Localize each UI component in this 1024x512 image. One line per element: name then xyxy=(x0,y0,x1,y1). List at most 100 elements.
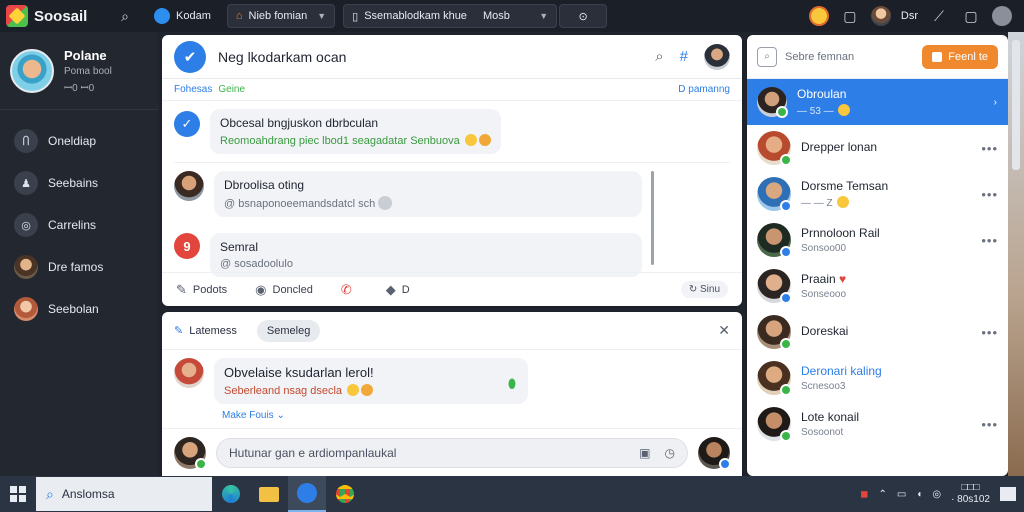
contact-item[interactable]: Dorsme Temsan — — Z ••• xyxy=(747,171,1008,217)
camera-icon[interactable]: ▢ xyxy=(839,5,861,27)
notifications-icon[interactable] xyxy=(1000,487,1016,501)
search-icon[interactable]: ⌕ xyxy=(655,48,663,65)
subnav-link[interactable]: Fohesas xyxy=(174,84,212,95)
heart-icon: ♥ xyxy=(839,272,847,286)
subnav-status[interactable]: Geine xyxy=(218,84,245,95)
activity-icon[interactable]: ⟋ xyxy=(928,5,950,27)
chevron-up-icon[interactable]: ⌃ xyxy=(878,489,886,500)
message-bubble[interactable]: Semral @ sosadoolulo xyxy=(210,233,642,277)
search-icon[interactable]: ⌕ xyxy=(114,5,136,27)
contacts-search-input[interactable]: Sebre femnan xyxy=(785,51,854,63)
alert-icon[interactable]: ◼ xyxy=(860,489,868,500)
edge-icon xyxy=(222,485,240,503)
tab-latest[interactable]: ✎ Latemess xyxy=(174,324,237,338)
notification-button[interactable]: ✆ xyxy=(341,282,358,298)
volume-icon[interactable]: ◖ xyxy=(916,489,922,500)
more-icon[interactable]: ••• xyxy=(981,417,998,432)
sidebar-item-2[interactable]: ♟ Seebains xyxy=(0,162,158,204)
more-icon[interactable]: ••• xyxy=(981,233,998,248)
contact-item[interactable]: Praain ♥ Sonseooo xyxy=(747,263,1008,309)
tab-nieb[interactable]: ⌂ Nieb fomian ▼ xyxy=(226,4,336,28)
chevron-down-icon[interactable]: ▼ xyxy=(539,11,548,21)
leaf-icon[interactable]: ⬮ xyxy=(508,376,516,392)
feed-button[interactable]: Feenl te xyxy=(922,44,998,69)
message-subtitle: @ bsnaponoeemandsdatcl sch xyxy=(224,198,376,210)
sidebar: Polane Poma bool ꟷ0 ꟷ0 Ⴖ Oneldiap ♟ Seeb… xyxy=(0,32,158,476)
search-icon: ⌕ xyxy=(46,485,54,502)
message-subtitle: @ sosadoolulo xyxy=(220,258,293,270)
edge-app[interactable] xyxy=(212,476,250,512)
emoji-avatar[interactable] xyxy=(808,6,829,26)
app-icon xyxy=(297,483,317,503)
posts-button[interactable]: ✎ Podots xyxy=(176,282,227,298)
network-icon[interactable]: ◎ xyxy=(932,489,941,500)
display-icon[interactable]: ▭ xyxy=(897,489,906,500)
chevron-down-icon[interactable]: ▼ xyxy=(317,11,326,21)
message-input[interactable]: Hutunar gan e ardiompanlaukal ▣ ◷ xyxy=(216,437,688,468)
chrome-app[interactable] xyxy=(326,476,364,512)
reply-link[interactable]: Make Fouis ⌄ xyxy=(162,410,742,421)
contact-item[interactable]: Obroulan — 53 — › xyxy=(747,79,1008,125)
window-icon[interactable]: ▢ xyxy=(960,5,982,27)
attachment-icon[interactable]: ▣ xyxy=(639,446,650,460)
contact-name: Praain xyxy=(801,272,836,286)
message-avatar xyxy=(174,358,204,388)
sync-button[interactable]: ↻ Sinu xyxy=(680,281,728,298)
target-icon: ◉ xyxy=(255,281,267,297)
profile-avatar[interactable] xyxy=(10,48,54,93)
message-bubble[interactable]: Dbroolisa oting @ bsnaponoeemandsdatcl s… xyxy=(214,171,642,217)
message-bubble[interactable]: Obcesal bngjuskon dbrbculan Reomoahdrang… xyxy=(210,109,501,154)
contact-name: Dorsme Temsan xyxy=(801,179,889,193)
hashtag-icon[interactable]: # xyxy=(680,48,688,65)
app-logo[interactable]: Soosail xyxy=(6,5,114,27)
more-icon[interactable]: ••• xyxy=(981,187,998,202)
account-avatar[interactable] xyxy=(992,6,1012,26)
clock-icon[interactable]: ◷ xyxy=(665,446,675,460)
sidebar-item-1[interactable]: Ⴖ Oneldiap xyxy=(0,120,158,162)
contact-item[interactable]: Doreskai ••• xyxy=(747,309,1008,355)
filter-pill[interactable]: Semeleg xyxy=(256,319,321,342)
message-item[interactable]: Obvelaise ksudarlan lerol! Seberleand ns… xyxy=(162,350,742,412)
tab-kodam[interactable]: Kodam xyxy=(146,4,219,28)
sidebar-item-label: Seebolan xyxy=(48,302,99,316)
message-bubble[interactable]: Obvelaise ksudarlan lerol! Seberleand ns… xyxy=(214,358,528,404)
tab-ssemab[interactable]: ▯ Ssemablodkam khue Mosb ▼ xyxy=(343,4,558,28)
more-icon[interactable]: ••• xyxy=(981,141,998,156)
search-icon[interactable]: ⌕ xyxy=(757,46,777,67)
contact-item[interactable]: Lote konail Sosoonot ••• xyxy=(747,401,1008,447)
subnav-right-link[interactable]: D pamanng xyxy=(678,84,730,95)
contact-item[interactable]: Deronari kaling Scnesoo3 xyxy=(747,355,1008,401)
start-button[interactable] xyxy=(0,476,36,512)
play-icon[interactable] xyxy=(378,196,393,210)
taskbar-search[interactable]: ⌕ Anslomsa xyxy=(36,477,212,511)
my-avatar[interactable] xyxy=(174,436,207,470)
share-button[interactable]: ◆ D xyxy=(386,282,410,298)
record-button[interactable]: ⊙ xyxy=(559,4,608,28)
contact-avatar xyxy=(757,177,792,212)
sidebar-item-label: Dre famos xyxy=(48,260,104,274)
contact-avatar xyxy=(757,223,792,258)
social-app[interactable] xyxy=(288,476,326,512)
contact-avatar xyxy=(14,297,38,321)
explorer-app[interactable] xyxy=(250,476,288,512)
conversation-header: ✔ Neg lkodarkam ocan ⌕ # xyxy=(162,35,742,79)
header-avatar[interactable] xyxy=(704,43,730,70)
profile-card[interactable]: Polane Poma bool ꟷ0 ꟷ0 xyxy=(0,32,158,110)
message-item[interactable]: ✓ Obcesal bngjuskon dbrbculan Reomoahdra… xyxy=(162,101,742,162)
user-avatar[interactable] xyxy=(870,6,891,26)
close-icon[interactable]: ✕ xyxy=(718,322,730,339)
download-button[interactable]: ◉ Doncled xyxy=(255,282,313,298)
contact-item[interactable]: Prnnoloon Rail Sonsoo00 ••• xyxy=(747,217,1008,263)
sidebar-item-3[interactable]: ◎ Carrelins xyxy=(0,204,158,246)
contact-item[interactable]: Drepper lonan ••• xyxy=(747,125,1008,171)
sidebar-item-4[interactable]: Dre famos xyxy=(0,246,158,288)
clock[interactable]: □□□ · 80s102 xyxy=(951,482,990,506)
message-item[interactable]: Dbroolisa oting @ bsnaponoeemandsdatcl s… xyxy=(162,163,742,225)
sidebar-item-5[interactable]: Seebolan xyxy=(0,288,158,330)
more-icon[interactable]: ••• xyxy=(981,325,998,340)
window-scrollbar[interactable] xyxy=(1012,40,1020,170)
scrollbar[interactable] xyxy=(651,171,654,265)
chevron-right-icon[interactable]: › xyxy=(994,97,998,108)
recipient-avatar[interactable] xyxy=(698,436,731,470)
share-icon: ◆ xyxy=(385,281,396,297)
